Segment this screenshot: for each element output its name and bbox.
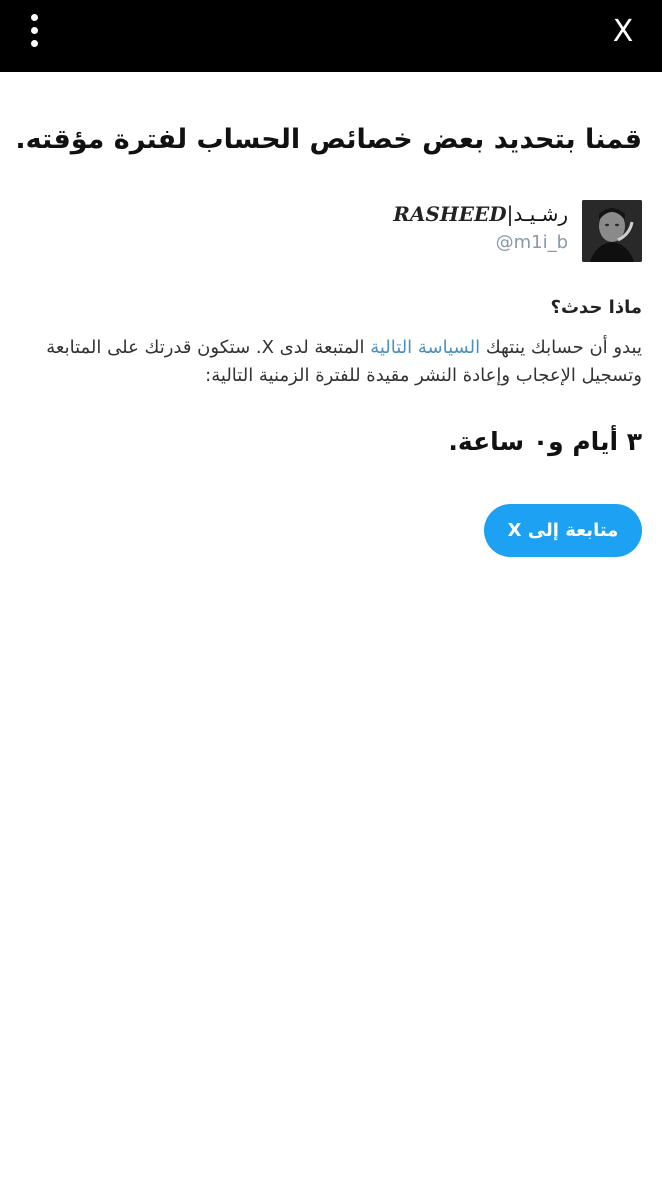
- section-title: ماذا حدث؟: [550, 297, 642, 318]
- avatar: [582, 200, 642, 262]
- display-name-latin: RASHEED: [393, 202, 507, 226]
- display-name: رشـيـد|RASHEED: [393, 200, 568, 228]
- explanation-part-1: يبدو أن حسابك ينتهك: [480, 337, 642, 358]
- close-icon[interactable]: X: [610, 12, 636, 52]
- display-name-arabic: رشـيـد|: [506, 202, 568, 226]
- restriction-duration: ٣ أيام و٠ ساعة.: [448, 427, 642, 456]
- user-handle: @m1i_b: [495, 232, 568, 253]
- top-bar: X: [0, 0, 662, 72]
- kebab-menu-icon[interactable]: [26, 12, 46, 52]
- avatar-photo: [582, 200, 642, 262]
- policy-link[interactable]: السياسة التالية: [370, 337, 480, 358]
- page-title: قمنا بتحديد بعض خصائص الحساب لفترة مؤقته…: [15, 124, 642, 155]
- continue-to-x-button[interactable]: متابعة إلى X: [484, 504, 642, 557]
- explanation-text: يبدو أن حسابك ينتهك السياسة التالية المت…: [22, 334, 642, 390]
- account-info: رشـيـد|RASHEED @m1i_b: [22, 200, 642, 264]
